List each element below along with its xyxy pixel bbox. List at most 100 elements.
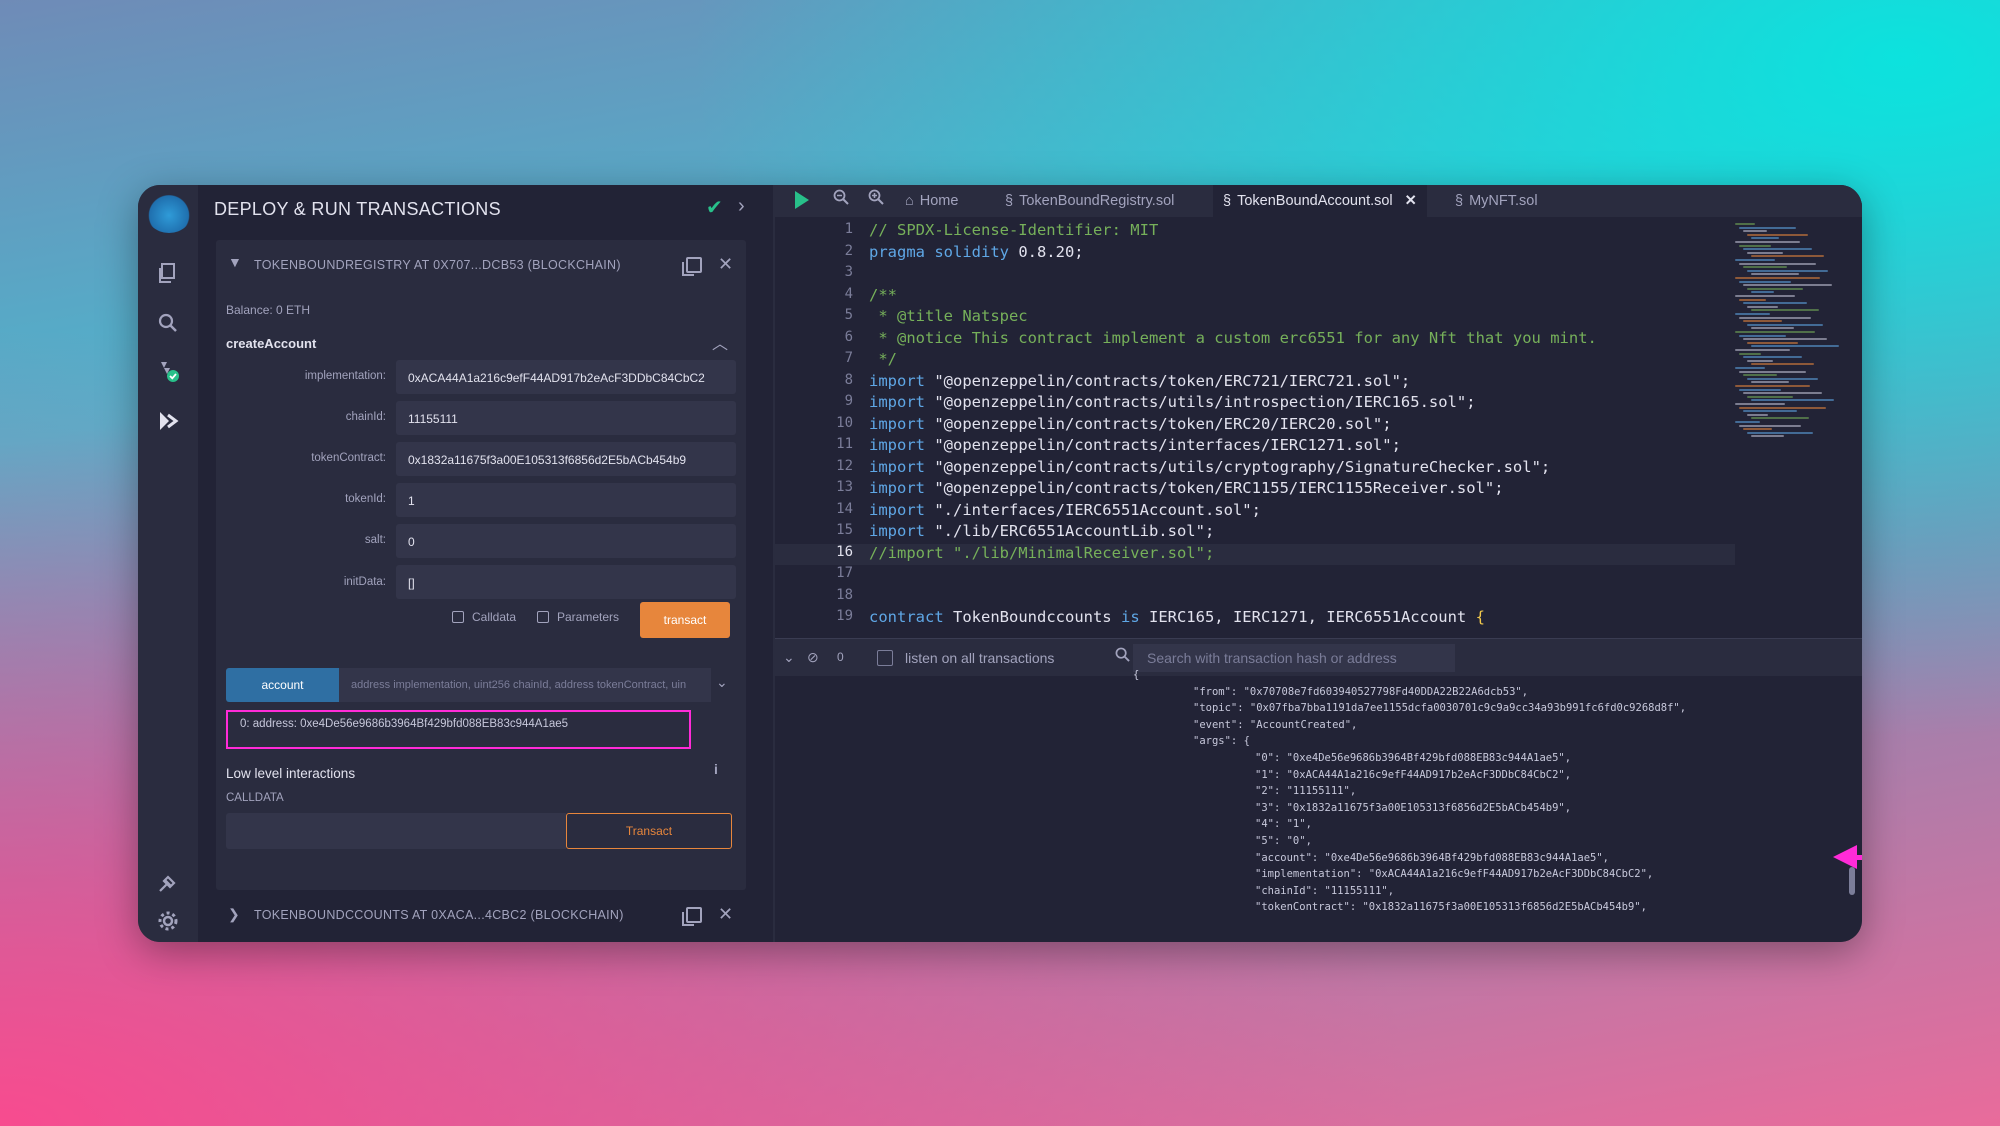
search-icon[interactable]	[150, 305, 186, 341]
minimap-line	[1751, 417, 1809, 420]
code-line[interactable]: 17	[775, 565, 1735, 587]
terminal-log-line: "0": "0xe4De56e9686b3964Bf429bfd088EB83c…	[1255, 752, 1572, 764]
search-icon	[1115, 647, 1130, 666]
line-number: 6	[844, 328, 853, 345]
account-args-input[interactable]: address implementation, uint256 chainId,…	[339, 668, 711, 702]
copy-icon	[537, 611, 549, 623]
code-line[interactable]: 5 * @title Natspec	[775, 307, 1735, 329]
chainid-input[interactable]: 11155111	[396, 401, 736, 435]
minimap-line	[1735, 385, 1810, 387]
code-line[interactable]: 15 import "./lib/ERC6551AccountLib.sol";	[775, 522, 1735, 544]
close-icon[interactable]: ✕	[718, 904, 733, 925]
tab-home[interactable]: ⌂ Home	[895, 185, 968, 217]
code-line[interactable]: 6 * @notice This contract implement a cu…	[775, 329, 1735, 351]
minimap-line	[1743, 374, 1777, 377]
tab-label: MyNFT.sol	[1469, 193, 1538, 209]
implementation-input[interactable]: 0xACA44A1a216c9efF44AD917b2eAcF3DDbC84Cb…	[396, 360, 736, 394]
init-data-input[interactable]: []	[396, 565, 736, 599]
close-icon[interactable]: ✕	[718, 254, 733, 275]
remix-ide-window: DEPLOY & RUN TRANSACTIONS ✔ › ▼ TOKENBOU…	[138, 185, 1862, 942]
tx-search-input[interactable]: Search with transaction hash or address	[1133, 644, 1455, 672]
code-line[interactable]: 8 import "@openzeppelin/contracts/token/E…	[775, 372, 1735, 394]
calldata-input[interactable]	[226, 813, 566, 849]
info-icon[interactable]: i	[714, 761, 718, 777]
param-label: tokenId:	[345, 493, 386, 505]
terminal-log-line: "event": "AccountCreated",	[1193, 718, 1358, 731]
code-line[interactable]: 4 /**	[775, 286, 1735, 308]
transact-button[interactable]: transact	[640, 602, 730, 638]
chevron-down-icon[interactable]: ▼	[228, 254, 242, 270]
annotation-arrow-head	[1833, 845, 1857, 869]
contract-header[interactable]: ▼ TOKENBOUNDREGISTRY AT 0X707...DCB53 (B…	[216, 240, 746, 290]
zoom-out-icon[interactable]	[833, 189, 849, 210]
copy-address-icon[interactable]	[682, 907, 702, 926]
code-line[interactable]: 19 contract TokenBoundccounts is IERC165,…	[775, 608, 1735, 630]
token-id-input[interactable]: 1	[396, 483, 736, 517]
clear-console-icon[interactable]: ⊘	[807, 649, 819, 666]
param-label: chainId:	[345, 411, 386, 423]
chevron-up-icon[interactable]: ︿	[712, 330, 728, 354]
run-play-icon[interactable]	[795, 191, 809, 209]
collapse-terminal-icon[interactable]: ⌄	[783, 649, 795, 666]
collapse-panel-icon[interactable]: ›	[738, 195, 745, 218]
listen-checkbox[interactable]	[877, 650, 893, 666]
minimap-line	[1743, 356, 1802, 359]
editor-minimap[interactable]	[1729, 217, 1854, 447]
contract-header-collapsed[interactable]: ❯ TOKENBOUNDCCOUNTS AT 0XACA...4CBC2 (BL…	[216, 890, 746, 940]
salt-input[interactable]: 0	[396, 524, 736, 558]
minimap-line	[1739, 262, 1816, 265]
chevron-down-icon[interactable]: ⌄	[716, 674, 728, 691]
code-text: */	[869, 350, 897, 368]
settings-gear-icon[interactable]	[150, 903, 186, 939]
code-line[interactable]: 1 // SPDX-License-Identifier: MIT	[775, 221, 1735, 243]
minimap-line	[1747, 359, 1773, 362]
minimap-line	[1751, 291, 1774, 294]
code-line[interactable]: 9 import "@openzeppelin/contracts/utils/i…	[775, 393, 1735, 415]
code-line[interactable]: 7 */	[775, 350, 1735, 372]
tab-token-bound-registry[interactable]: § TokenBoundRegistry.sol	[995, 185, 1184, 217]
code-line[interactable]: 13 import "@openzeppelin/contracts/token/…	[775, 479, 1735, 501]
plugin-manager-icon[interactable]	[150, 865, 186, 901]
code-line[interactable]: 3	[775, 264, 1735, 286]
minimap-line	[1751, 309, 1819, 312]
terminal-log-line: "topic": "0x07fba7bba1191da7ee1155dcfa00…	[1193, 702, 1687, 715]
terminal-log-line: "tokenContract": "0x1832a11675f3a00E1053…	[1255, 901, 1647, 914]
code-editor[interactable]: 1 // SPDX-License-Identifier: MIT 2 pragma …	[775, 217, 1735, 662]
code-text: //import "./lib/MinimalReceiver.sol";	[869, 543, 1215, 562]
code-line[interactable]: 18	[775, 587, 1735, 609]
token-contract-input[interactable]: 0x1832a11675f3a00E105313f6856d2E5bACb454…	[396, 442, 736, 476]
low-level-transact-button[interactable]: Transact	[566, 813, 732, 849]
terminal-output: {"from": "0x70708e7fd603940527798Fd40DDA…	[775, 669, 1862, 942]
file-explorer-icon[interactable]	[150, 255, 186, 291]
code-line[interactable]: 16 //import "./lib/MinimalReceiver.sol";	[775, 543, 1735, 565]
line-number: 8	[844, 371, 853, 388]
line-number: 7	[844, 350, 853, 366]
terminal-scrollbar[interactable]	[1849, 867, 1855, 895]
line-number: 3	[844, 264, 853, 280]
close-tab-icon[interactable]: ✕	[1405, 193, 1417, 209]
minimap-line	[1739, 244, 1771, 247]
minimap-line	[1747, 341, 1798, 344]
code-line[interactable]: 10 import "@openzeppelin/contracts/token/…	[775, 415, 1735, 437]
code-line[interactable]: 14 import "./interfaces/IERC6551Account.s…	[775, 501, 1735, 523]
minimap-line	[1739, 388, 1781, 391]
terminal-log-line: "5": "0",	[1255, 835, 1312, 847]
solidity-compiler-icon[interactable]	[150, 353, 186, 389]
minimap-line	[1735, 331, 1815, 333]
chevron-right-icon[interactable]: ❯	[228, 906, 240, 923]
tab-mynft[interactable]: § MyNFT.sol	[1445, 185, 1548, 217]
parameters-copy-button[interactable]: Parameters	[537, 610, 619, 624]
copy-address-icon[interactable]	[682, 257, 702, 276]
calldata-copy-button[interactable]: Calldata	[452, 610, 516, 624]
tab-token-bound-account[interactable]: § TokenBoundAccount.sol ✕	[1213, 185, 1427, 217]
param-label: tokenContract:	[311, 452, 386, 464]
account-button[interactable]: account	[226, 668, 339, 702]
deploy-run-icon[interactable]	[150, 403, 186, 439]
line-number: 14	[836, 500, 853, 517]
contract-instance-card: ▼ TOKENBOUNDREGISTRY AT 0X707...DCB53 (B…	[216, 240, 746, 890]
code-line[interactable]: 12 import "@openzeppelin/contracts/utils/…	[775, 458, 1735, 480]
zoom-in-icon[interactable]	[868, 189, 884, 210]
code-line[interactable]: 2 pragma solidity 0.8.20;	[775, 243, 1735, 265]
code-line[interactable]: 11 import "@openzeppelin/contracts/interf…	[775, 436, 1735, 458]
remix-logo-icon[interactable]	[145, 189, 193, 233]
